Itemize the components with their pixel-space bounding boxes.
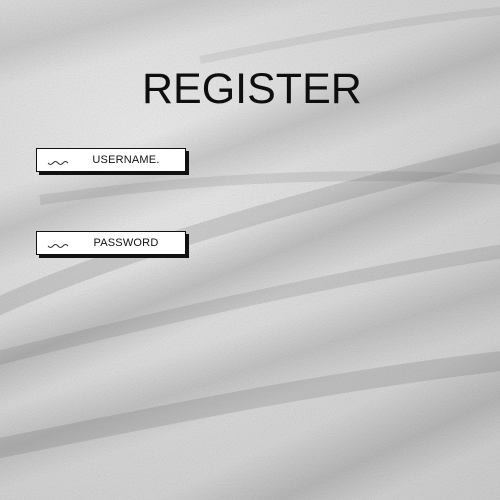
username-field-label: USERNAME. (92, 154, 160, 166)
username-field[interactable]: USERNAME. (36, 148, 186, 172)
password-field-label: PASSWORD (93, 237, 159, 249)
page-title: REGISTER (142, 65, 362, 113)
password-field[interactable]: PASSWORD (36, 231, 186, 255)
